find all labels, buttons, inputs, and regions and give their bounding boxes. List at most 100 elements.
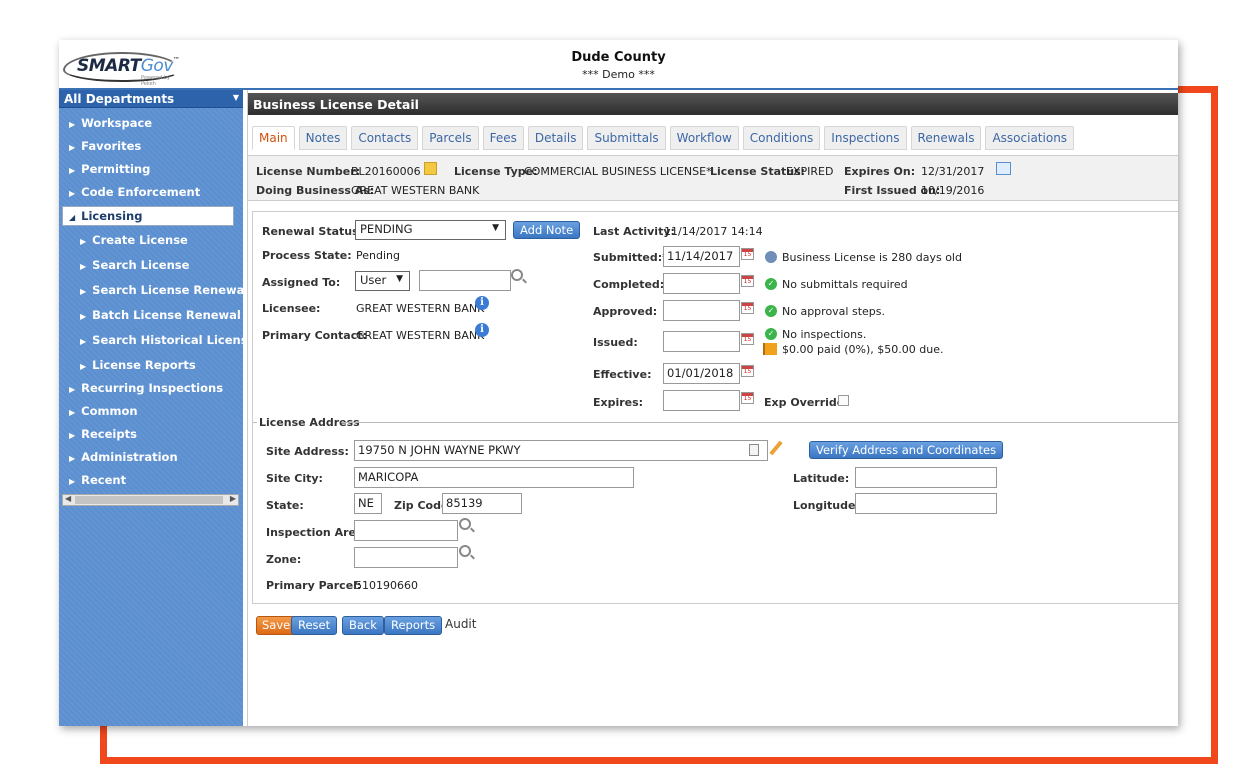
sidebar-item-receipts[interactable]: ▶ Receipts [59,423,243,445]
sidebar-item-label: Code Enforcement [81,185,201,199]
scrollbar-thumb[interactable] [75,496,223,504]
zone-label: Zone: [266,553,302,566]
latitude-input[interactable] [855,467,997,488]
assigned-to-label: Assigned To: [262,276,341,289]
license-form-panel: Renewal Status:* PENDING ▼ Add Note Proce… [252,211,1178,604]
info-icon[interactable]: i [475,323,489,337]
renewal-status-label-text: Renewal Status: [262,225,364,238]
expires-date-input[interactable] [663,390,740,411]
department-selector[interactable]: All Departments ▼ [59,90,243,108]
site-city-input[interactable]: MARICOPA [354,467,634,488]
sidebar-item-license-reports[interactable]: ▶ License Reports [59,354,243,376]
sidebar-scrollbar[interactable]: ◀ ▶ [62,494,239,506]
tab-workflow[interactable]: Workflow [669,126,739,150]
sidebar-item-code-enforcement[interactable]: ▶ Code Enforcement [59,181,243,203]
sidebar-item-search-license[interactable]: ▶ Search License [59,254,243,276]
tab-submittals[interactable]: Submittals [587,126,666,150]
tab-contacts[interactable]: Contacts [351,126,419,150]
tab-details[interactable]: Details [527,126,584,150]
tab-notes[interactable]: Notes [298,126,348,150]
dba: GREAT WESTERN BANK [351,184,480,197]
sidebar-item-licensing[interactable]: ◢ Licensing [62,206,234,226]
sidebar-item-label: Licensing [81,209,143,223]
calendar-icon[interactable]: 15 [741,392,754,404]
effective-date-input[interactable]: 01/01/2018 [663,363,740,384]
info-icon[interactable]: i [475,296,489,310]
decorative-frame-top [1178,86,1218,93]
reset-button[interactable]: Reset [291,616,338,635]
renewal-status-select[interactable]: PENDING ▼ [355,220,506,240]
renewal-status-value: PENDING [360,222,413,236]
scroll-left-icon[interactable]: ◀ [65,494,71,503]
search-icon[interactable] [459,518,471,530]
sidebar-item-recurring-inspections[interactable]: ▶ Recurring Inspections [59,377,243,399]
sidebar-item-create-license[interactable]: ▶ Create License [59,229,243,251]
sidebar-item-administration[interactable]: ▶ Administration [59,446,243,468]
caret-right-icon: ▶ [80,287,87,296]
zone-input[interactable] [354,547,458,568]
completed-date-input[interactable] [663,273,740,294]
sidebar-item-permitting[interactable]: ▶ Permitting [59,158,243,180]
license-summary: License Number: BL20160006 License Type:… [248,155,1178,201]
tab-inspections[interactable]: Inspections [824,126,907,150]
calendar-icon[interactable]: 15 [741,365,754,377]
sidebar-item-recent[interactable]: ▶ Recent [59,469,243,491]
back-button[interactable]: Back [342,616,384,635]
pencil-icon[interactable] [769,440,783,456]
submitted-date-input[interactable]: 11/14/2017 [663,246,740,267]
tab-parcels[interactable]: Parcels [422,126,479,150]
calendar-icon[interactable]: 15 [741,302,754,314]
caret-down-icon: ▼ [232,93,239,102]
address-book-icon[interactable] [749,444,759,456]
approved-date-input[interactable] [663,300,740,321]
caret-right-icon: ▶ [80,312,87,321]
caret-right-icon: ▶ [69,189,76,198]
primary-contact: GREAT WESTERN BANK [356,329,485,342]
exp-override-checkbox[interactable] [838,395,849,406]
flag-icon [763,343,777,355]
sidebar-item-search-license-renewals[interactable]: ▶ Search License Renewals [59,279,255,301]
longitude-input[interactable] [855,493,997,514]
exp-override-label: Exp Override: [764,396,849,409]
approved-label: Approved: [593,305,658,318]
tab-associations[interactable]: Associations [985,126,1075,150]
renewal-status-label: Renewal Status:* [262,225,369,238]
sidebar-item-search-historical-licenses[interactable]: ▶ Search Historical Licenses [59,329,262,351]
sidebar-item-workspace[interactable]: ▶ Workspace [59,112,243,134]
edit-calendar-icon[interactable] [996,162,1011,175]
scroll-right-icon[interactable]: ▶ [230,494,236,503]
caret-right-icon: ▶ [80,237,87,246]
add-note-button[interactable]: Add Note [513,221,581,239]
search-icon[interactable] [459,545,471,557]
note-icon[interactable] [424,162,437,175]
check-icon: ✓ [765,278,777,290]
issued-date-input[interactable] [663,331,740,352]
licensee: GREAT WESTERN BANK [356,302,485,315]
tab-main[interactable]: Main [252,126,295,150]
sidebar-item-favorites[interactable]: ▶ Favorites [59,135,243,157]
inspection-area-input[interactable] [354,520,458,541]
sidebar-item-label: Common [81,404,138,418]
caret-right-icon: ▶ [69,477,76,486]
calendar-icon[interactable]: 15 [741,275,754,287]
tab-fees[interactable]: Fees [482,126,524,150]
verify-address-button[interactable]: Verify Address and Coordinates [809,441,1004,459]
state-input[interactable]: NE [354,493,382,514]
assigned-to-input[interactable] [419,270,511,291]
license-type: COMMERCIAL BUSINESS LICENSE* [524,165,712,178]
tab-conditions[interactable]: Conditions [742,126,821,150]
org-subtitle: *** Demo *** [582,68,655,81]
assigned-to-type-select[interactable]: User ▼ [355,271,410,291]
site-address-input[interactable]: 19750 N JOHN WAYNE PKWY [354,440,768,461]
search-icon[interactable] [511,269,523,281]
sidebar-item-batch-license-renewal[interactable]: ▶ Batch License Renewal [59,304,243,326]
reports-button[interactable]: Reports [384,616,443,635]
audit-link[interactable]: Audit [445,617,476,631]
calendar-icon[interactable]: 15 [741,333,754,345]
zip-input[interactable]: 85139 [442,493,522,514]
tab-renewals[interactable]: Renewals [910,126,982,150]
main-content: Business License Detail Main Notes Conta… [247,90,1178,726]
sidebar-item-common[interactable]: ▶ Common [59,400,243,422]
department-label: All Departments [64,92,175,106]
calendar-icon[interactable]: 15 [741,248,754,260]
